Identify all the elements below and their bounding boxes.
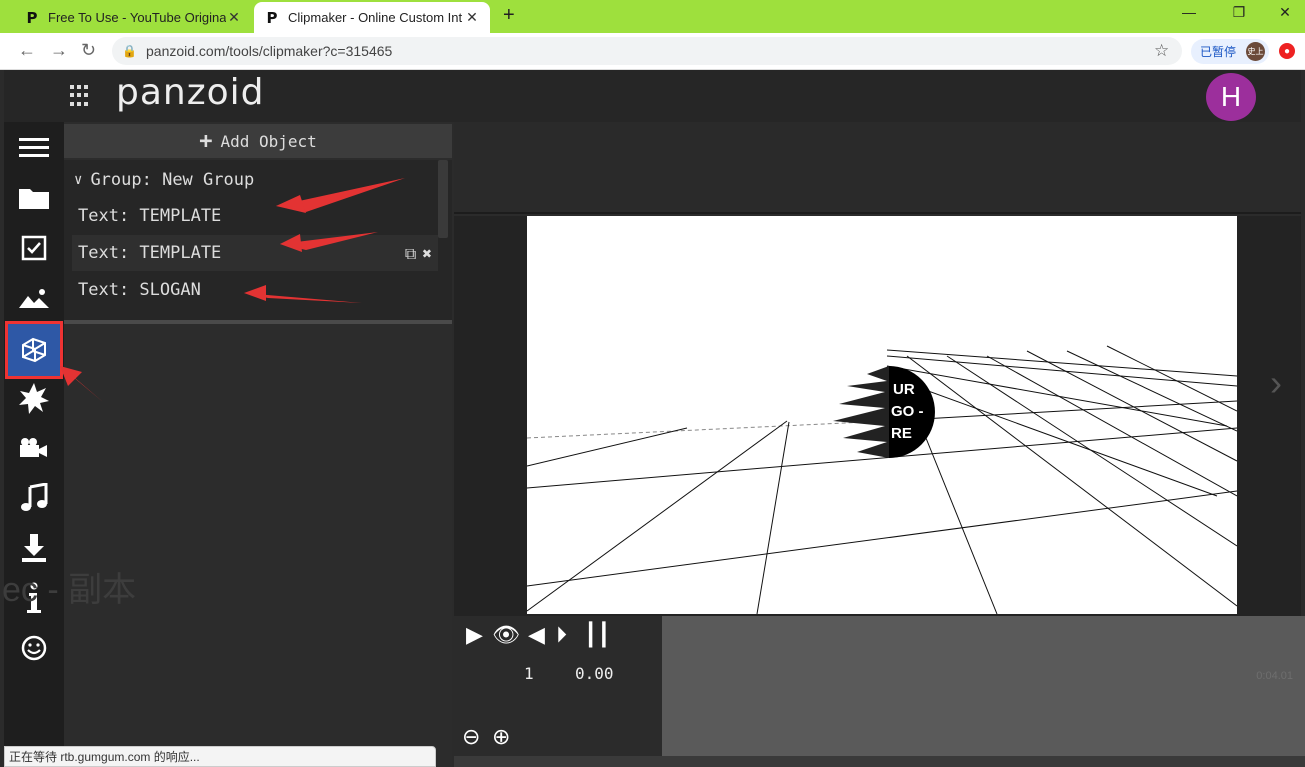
screen: P Free To Use - YouTube Original ✕ P Cli… [0, 0, 1305, 767]
browser-status-bar: 正在等待 rtb.gumgum.com 的响应... [4, 746, 436, 767]
annotation-arrows [60, 178, 405, 402]
